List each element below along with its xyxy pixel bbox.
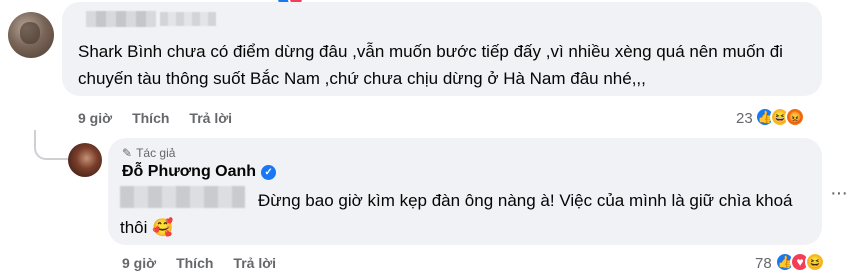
reply-thread-line	[34, 130, 68, 160]
pen-icon: ✎	[122, 146, 133, 160]
verified-badge-icon: ✓	[261, 164, 277, 180]
author-name[interactable]: Đỗ Phương Oanh	[122, 163, 256, 181]
like-button[interactable]: Thích	[132, 110, 169, 126]
reaction-count[interactable]: 23	[736, 110, 753, 127]
reply-actions: 9 giờ Thích Trả lời	[122, 255, 296, 271]
angry-icon: 😡	[785, 107, 805, 127]
reaction-summary[interactable]: 👍 😆 😡	[755, 107, 805, 127]
reply-time[interactable]: 9 giờ	[122, 255, 156, 271]
reply-button[interactable]: Trả lời	[189, 110, 232, 126]
reaction-summary[interactable]: 👍 ♥ 😆	[775, 252, 825, 272]
comment-text: Shark Bình chưa có điểm dừng đâu ,vẫn mu…	[78, 42, 783, 88]
like-button[interactable]: Thích	[176, 255, 213, 271]
comment-time[interactable]: 9 giờ	[78, 110, 112, 126]
commenter-avatar[interactable]	[8, 12, 54, 58]
comment-actions: 9 giờ Thích Trả lời	[78, 110, 252, 126]
blurred-commenter-name	[86, 11, 156, 27]
haha-icon: 😆	[805, 252, 825, 272]
reply-text: Đừng bao giờ kìm kẹp đàn ông nàng à! Việ…	[120, 191, 793, 237]
author-badge-label: Tác giả	[136, 146, 176, 160]
blurred-commenter-name-part	[160, 12, 216, 26]
author-avatar[interactable]	[68, 143, 102, 177]
more-options-icon[interactable]: ···	[830, 182, 848, 205]
reaction-count[interactable]: 78	[755, 255, 772, 272]
author-name-row: Đỗ Phương Oanh ✓	[122, 163, 277, 181]
reply-button[interactable]: Trả lời	[233, 255, 276, 271]
author-badge: ✎ Tác giả	[122, 146, 175, 160]
